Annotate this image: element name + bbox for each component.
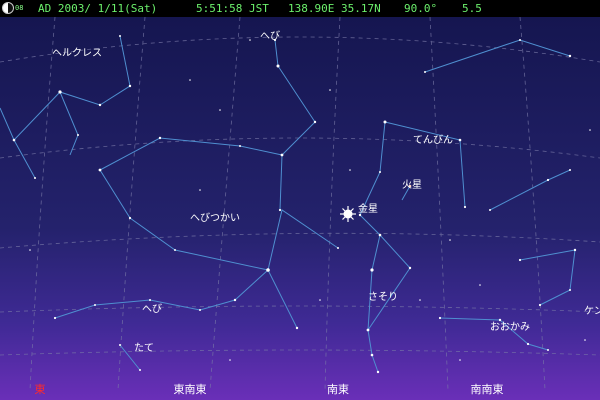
label-scutum: たて xyxy=(134,343,154,354)
label-serpens-caput: へび xyxy=(260,31,280,42)
direction-ese: 東南東 xyxy=(173,383,207,396)
date-readout: AD 2003/ 1/11(Sat) xyxy=(38,2,158,15)
status-bar: 08 AD 2003/ 1/11(Sat) 5:51:58 JST 138.90… xyxy=(0,0,600,17)
fov-readout: 90.0° xyxy=(404,2,438,15)
magnitude-limit-readout: 5.5 xyxy=(462,2,482,15)
direction-east: 東 xyxy=(34,383,46,396)
label-lupus: おおかみ xyxy=(490,322,530,333)
label-scorpius: さそり xyxy=(368,292,398,303)
sky-chart xyxy=(0,17,600,400)
label-centaurus: ケン xyxy=(584,306,600,317)
sky-background xyxy=(0,17,600,400)
location-readout: 138.90E 35.17N xyxy=(288,2,381,15)
sky-view[interactable]: ヘルクレス へび てんびん 火星 金星 へびつかい さそり へび たて おおかみ… xyxy=(0,17,600,400)
direction-se: 南東 xyxy=(327,383,349,396)
planetarium-window: 08 AD 2003/ 1/11(Sat) 5:51:58 JST 138.90… xyxy=(0,0,600,400)
label-libra: てんびん xyxy=(413,135,453,146)
label-venus: 金星 xyxy=(358,204,378,215)
moon-age: 08 xyxy=(15,4,24,12)
label-ophiuchus: へびつかい xyxy=(190,213,240,224)
label-serpens-cauda: へび xyxy=(142,304,162,315)
label-mars: 火星 xyxy=(402,180,422,191)
horizon-direction-bar: 東 東南東 南東 南南東 xyxy=(0,380,600,400)
moon-phase-icon xyxy=(2,2,14,14)
time-readout: 5:51:58 JST xyxy=(196,2,269,15)
direction-sse: 南南東 xyxy=(470,383,504,396)
label-hercules: ヘルクレス xyxy=(52,48,102,59)
